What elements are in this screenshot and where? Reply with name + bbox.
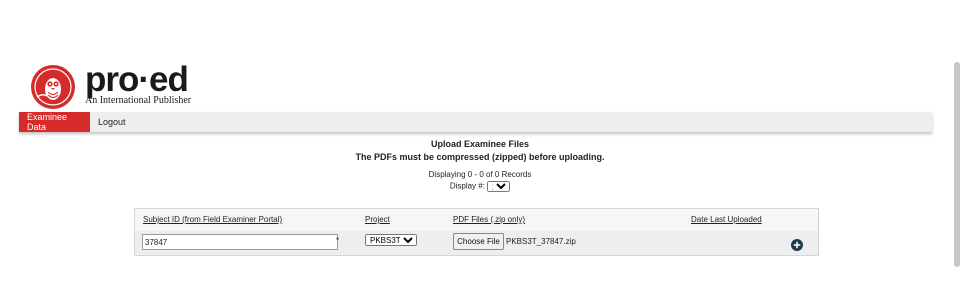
nav-examinee-data[interactable]: Examinee Data bbox=[19, 112, 90, 132]
nav-logout[interactable]: Logout bbox=[90, 112, 134, 132]
records-count: Displaying 0 - 0 of 0 Records bbox=[428, 170, 532, 179]
page-title: Upload Examinee Files bbox=[430, 139, 530, 149]
header-date-last-uploaded[interactable]: Date Last Uploaded bbox=[691, 215, 762, 224]
table-header-row: Subject ID (from Field Examiner Portal) … bbox=[135, 209, 818, 229]
subject-id-input[interactable] bbox=[142, 234, 338, 250]
plus-circle-icon[interactable] bbox=[791, 239, 803, 251]
vertical-scrollbar[interactable] bbox=[954, 62, 960, 267]
upload-table: Subject ID (from Field Examiner Portal) … bbox=[134, 208, 819, 256]
header-pdf-files[interactable]: PDF Files (.zip only) bbox=[453, 215, 525, 224]
required-mark: * bbox=[336, 236, 340, 245]
header-subject-id[interactable]: Subject ID (from Field Examiner Portal) bbox=[143, 215, 282, 224]
display-count-label: Display #: bbox=[449, 181, 485, 191]
logo-tagline: An International Publisher bbox=[85, 95, 192, 106]
project-select[interactable]: PKBS3T bbox=[365, 234, 417, 246]
owl-seal-icon bbox=[31, 65, 75, 109]
page-subtitle: The PDFs must be compressed (zipped) bef… bbox=[355, 152, 605, 162]
main-navbar: Examinee Data Logout bbox=[19, 112, 932, 132]
table-row: * PKBS3T Choose File PKBS3T_37847.zip bbox=[135, 230, 818, 255]
display-count-row: Display #: 20 bbox=[0, 181, 960, 192]
choose-file-button[interactable]: Choose File bbox=[453, 233, 504, 250]
display-count-select[interactable]: 20 bbox=[487, 181, 511, 192]
header-project[interactable]: Project bbox=[365, 215, 390, 224]
logo-wordmark: pro·ed bbox=[85, 60, 189, 99]
selected-file-name: PKBS3T_37847.zip bbox=[506, 237, 576, 246]
proed-logo: pro·ed An International Publisher bbox=[29, 60, 199, 111]
